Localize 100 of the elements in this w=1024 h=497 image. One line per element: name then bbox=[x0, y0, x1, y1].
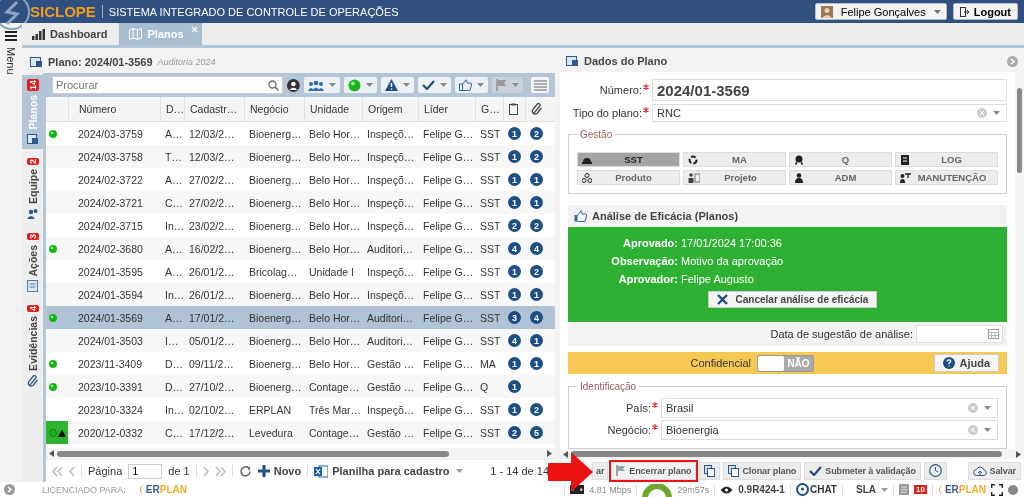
table-row[interactable]: 2020/12-0332 C… 17/12/2… Levedura Contage… Gestão … Felipe G… SST 2 5 bbox=[46, 421, 555, 444]
side-tab[interactable]: 3 Ações bbox=[22, 229, 43, 296]
management-option[interactable]: ADM bbox=[789, 170, 892, 185]
user-menu[interactable]: Felipe Gonçalves bbox=[814, 3, 947, 20]
count-badge: 1 bbox=[508, 403, 521, 416]
cancel-analysis-button[interactable]: Cancelar análise de eficácia bbox=[707, 291, 878, 308]
table-row[interactable]: 2023/10-3391 D… 27/10/2… Bioenerg… Contage… Gestão … Felipe G… Q 1 bbox=[46, 375, 555, 398]
caret-icon[interactable] bbox=[455, 469, 463, 473]
people-icon bbox=[688, 172, 700, 183]
management-option[interactable]: Q bbox=[789, 152, 892, 167]
column-header[interactable]: Líder bbox=[418, 97, 475, 121]
plan-type-select[interactable]: RNC bbox=[652, 104, 1007, 122]
close-icon[interactable] bbox=[190, 26, 198, 33]
column-header[interactable]: Unidade bbox=[304, 97, 362, 121]
columns-button[interactable] bbox=[531, 77, 549, 93]
filter-dropdown[interactable] bbox=[455, 77, 489, 93]
table-cell-text: 17/01/2… bbox=[188, 310, 236, 326]
filter-dropdown[interactable] bbox=[418, 77, 452, 93]
action-button[interactable]: Salvar bbox=[967, 461, 1021, 480]
logout-button[interactable]: Logout bbox=[952, 3, 1018, 20]
table-cell-text: Belo Hor… bbox=[308, 241, 362, 257]
table-cell-text: 12/03/2… bbox=[188, 149, 236, 165]
scroll-right-icon[interactable] bbox=[1016, 450, 1021, 458]
help-button[interactable]: Ajuda bbox=[934, 354, 999, 372]
side-tab[interactable]: 14 Planos bbox=[22, 75, 43, 150]
new-button[interactable]: Novo bbox=[257, 465, 302, 477]
export-button[interactable]: Planilha para cadastro bbox=[314, 464, 450, 478]
recycle-icon bbox=[688, 154, 698, 165]
refresh-icon[interactable] bbox=[238, 464, 252, 478]
map-icon bbox=[129, 28, 143, 40]
table-cell-text: In… bbox=[164, 402, 184, 418]
sla-dropdown[interactable]: SLA bbox=[855, 484, 876, 495]
scroll-right-icon[interactable] bbox=[547, 450, 552, 457]
expand-icon[interactable] bbox=[4, 484, 15, 495]
filter-dropdown[interactable] bbox=[381, 77, 415, 93]
table-cell-text: 2024/02-3722 bbox=[77, 172, 144, 188]
icon-button[interactable] bbox=[923, 461, 947, 480]
table-row[interactable]: 2024/02-3680 A… 16/02/2… Bioenerg… Belo Hor… Auditori… Felipe G… SST 4 4 bbox=[46, 237, 555, 260]
notification-badge[interactable]: 10 bbox=[913, 485, 927, 494]
table-cell-text: 16/02/2… bbox=[188, 241, 236, 257]
management-option[interactable]: Produto bbox=[577, 170, 680, 185]
table-cell-text: 09/11/2… bbox=[188, 356, 235, 372]
management-option[interactable]: MANUTENÇÃO bbox=[895, 170, 998, 185]
table-row[interactable]: 2024/01-3569 A… 17/01/2… Bioenerg… Belo Hor… Auditori… Felipe G… SST 3 4 bbox=[46, 306, 555, 329]
filter-dropdown[interactable] bbox=[304, 77, 341, 93]
select-field[interactable]: Brasil bbox=[661, 398, 998, 418]
fullscreen-icon[interactable] bbox=[991, 483, 1003, 496]
column-header[interactable]: Origem bbox=[362, 97, 418, 121]
management-option[interactable]: SST bbox=[577, 152, 680, 167]
field-label: Aprovador: bbox=[617, 273, 678, 285]
next-page-icon[interactable] bbox=[202, 465, 209, 477]
caret-icon bbox=[440, 83, 448, 87]
search-field[interactable]: Procurar bbox=[52, 76, 284, 94]
scroll-left-icon[interactable] bbox=[563, 450, 568, 458]
folder-icon bbox=[566, 55, 579, 67]
user-icon[interactable] bbox=[287, 78, 301, 92]
side-tab[interactable]: 2 Equipe bbox=[22, 154, 43, 225]
caret-icon bbox=[984, 406, 991, 410]
column-header[interactable]: D… bbox=[160, 97, 184, 121]
crescent-icon bbox=[937, 484, 944, 495]
action-button[interactable]: ar bbox=[592, 461, 609, 480]
management-option[interactable]: Projeto bbox=[683, 170, 786, 185]
table-cell-text: SST bbox=[479, 195, 502, 211]
column-header[interactable]: Cadastr… bbox=[184, 97, 244, 121]
table-cell-text: Felipe G… bbox=[422, 333, 475, 349]
document-icon[interactable] bbox=[898, 484, 909, 495]
side-tab[interactable]: 4 Evidências bbox=[22, 301, 43, 391]
table-row[interactable]: 2024/01-3594 In… 26/01/2… Bioenerg… Belo Hor… Inspeçõ… Felipe G… SST 1 1 bbox=[46, 283, 555, 306]
table-cell-text: Belo Hor… bbox=[308, 195, 362, 211]
date-field[interactable] bbox=[916, 325, 1003, 343]
page-field[interactable]: 1 bbox=[128, 463, 163, 479]
collapse-icon[interactable] bbox=[1007, 55, 1018, 67]
horizontal-scrollbar[interactable] bbox=[46, 448, 555, 459]
first-page-icon[interactable] bbox=[52, 465, 63, 477]
column-header[interactable]: Número bbox=[68, 97, 160, 121]
previous-page-icon[interactable] bbox=[69, 465, 75, 477]
menu-icon[interactable] bbox=[5, 31, 17, 41]
menu-label[interactable]: Menu bbox=[5, 47, 17, 75]
last-page-icon[interactable] bbox=[214, 465, 226, 477]
horizontal-scrollbar[interactable] bbox=[560, 449, 1024, 459]
caret-icon[interactable] bbox=[880, 487, 888, 492]
calendar-icon[interactable] bbox=[988, 329, 999, 339]
action-button[interactable]: Encerrar plano bbox=[611, 461, 697, 480]
count-badge: 2 bbox=[530, 403, 543, 416]
table-row[interactable]: 2024/03-3758 T… 12/03/2… Bioenerg… Belo Hor… Inspeçõ… Felipe G… SST 1 2 bbox=[46, 145, 555, 168]
management-option[interactable]: MA bbox=[683, 152, 786, 167]
icon-button[interactable] bbox=[699, 461, 721, 480]
number-field[interactable]: 2024/01-3569 bbox=[652, 79, 1007, 101]
table-row[interactable]: 2024/02-3721 C… 27/02/2… Bioenerg… Belo Hor… Inspeçõ… Felipe G… SST 1 1 bbox=[46, 191, 555, 214]
column-header[interactable]: Negócio bbox=[244, 97, 304, 121]
select-field[interactable]: Bioenergia bbox=[661, 420, 998, 440]
action-button[interactable]: Submeter à validação bbox=[804, 461, 921, 480]
chat-button[interactable]: CHAT bbox=[795, 483, 837, 496]
management-option[interactable]: LOG bbox=[895, 152, 998, 167]
scroll-left-icon[interactable] bbox=[49, 450, 54, 457]
count-badge: 1 bbox=[530, 288, 543, 301]
action-button[interactable]: Clonar plano bbox=[723, 461, 802, 480]
column-header[interactable]: G… bbox=[475, 97, 503, 121]
table-cell-text: 2024/02-3721 bbox=[77, 195, 144, 211]
table-row[interactable]: 2024/01-3503 I… 05/01/2… Bioenerg… Belo Hor… Auditori… Felipe G… SST 4 1 bbox=[46, 329, 555, 352]
